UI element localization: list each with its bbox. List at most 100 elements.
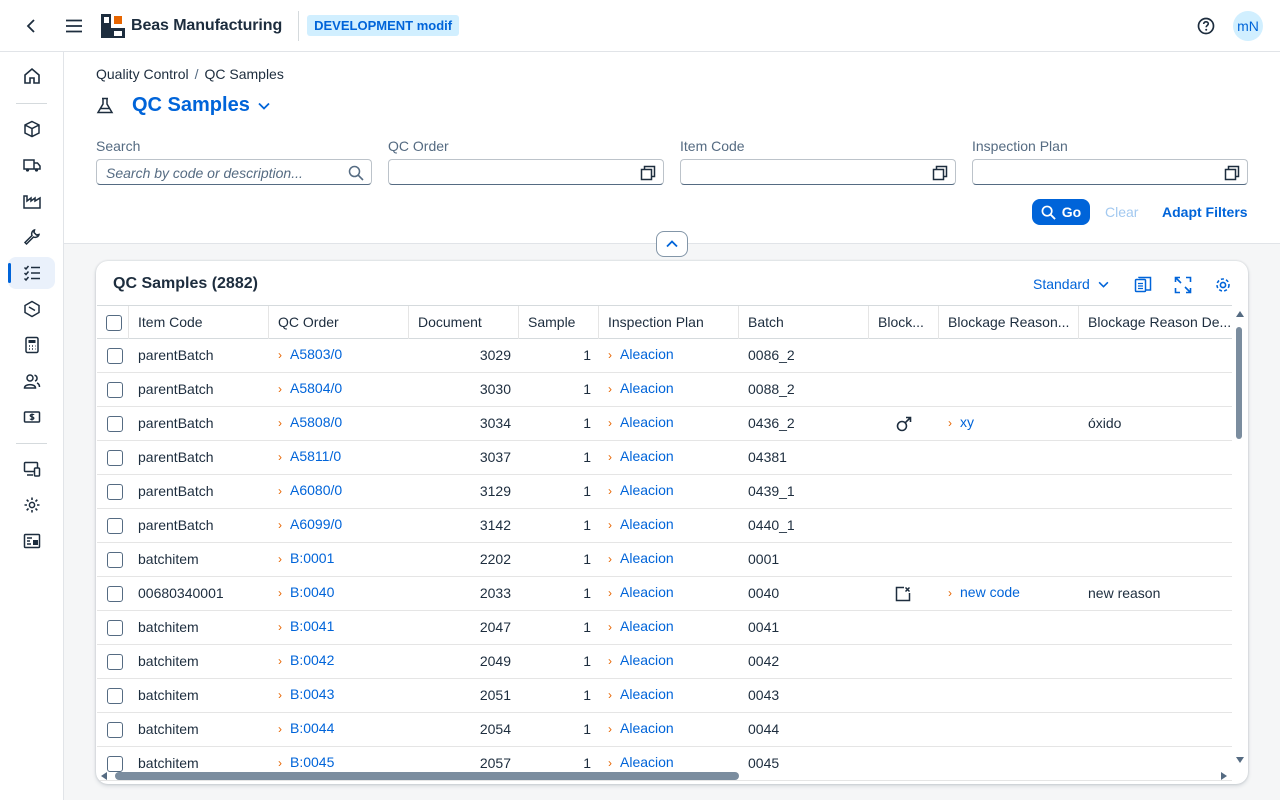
- cell-qc-order[interactable]: › B:0040: [269, 576, 409, 609]
- cell-inspection-plan[interactable]: › Aleacion: [599, 576, 739, 609]
- inspection-plan-link[interactable]: Aleacion: [620, 516, 674, 532]
- row-checkbox[interactable]: [107, 450, 123, 466]
- column-header-document[interactable]: Document: [409, 306, 519, 339]
- menu-button[interactable]: [61, 13, 87, 39]
- qc-order-link[interactable]: B:0044: [290, 720, 334, 736]
- row-checkbox[interactable]: [107, 722, 123, 738]
- qc-order-link[interactable]: A5811/0: [290, 448, 341, 464]
- export-button[interactable]: [1132, 274, 1154, 296]
- table-row[interactable]: parentBatch › A5804/0 3030 1 › Aleacion 0088_2: [97, 373, 1232, 407]
- value-help-icon[interactable]: [932, 165, 948, 181]
- column-header-blockage-reason-description[interactable]: Blockage Reason De...: [1079, 306, 1232, 339]
- row-checkbox[interactable]: [107, 518, 123, 534]
- column-header-blocked[interactable]: Block...: [869, 306, 939, 339]
- qc-order-link[interactable]: A5803/0: [290, 346, 342, 362]
- inspection-plan-link[interactable]: Aleacion: [620, 652, 674, 668]
- table-row[interactable]: parentBatch › A5808/0 3034 1 › Aleacion 0436_2 ›…: [97, 407, 1232, 441]
- row-checkbox[interactable]: [107, 552, 123, 568]
- column-header-batch[interactable]: Batch: [739, 306, 869, 339]
- breadcrumb-link-quality-control[interactable]: Quality Control: [96, 66, 189, 82]
- qc-order-link[interactable]: B:0042: [290, 652, 334, 668]
- inspection-plan-input[interactable]: [972, 159, 1248, 185]
- nav-calculator[interactable]: [8, 329, 55, 361]
- row-checkbox[interactable]: [107, 348, 123, 364]
- value-help-icon[interactable]: [1224, 165, 1240, 181]
- blockage-reason-link[interactable]: new code: [960, 584, 1020, 600]
- cell-qc-order[interactable]: › A5808/0: [269, 406, 409, 439]
- nav-factory[interactable]: [8, 185, 55, 217]
- qc-order-link[interactable]: A5804/0: [290, 380, 342, 396]
- inspection-plan-link[interactable]: Aleacion: [620, 686, 674, 702]
- qc-order-link[interactable]: B:0043: [290, 686, 334, 702]
- inspection-plan-link[interactable]: Aleacion: [620, 618, 674, 634]
- variant-selector[interactable]: Standard: [1033, 276, 1109, 292]
- cell-qc-order[interactable]: › B:0042: [269, 644, 409, 677]
- cell-blockage-reason[interactable]: › xy: [939, 406, 1079, 439]
- inspection-plan-link[interactable]: Aleacion: [620, 346, 674, 362]
- qc-order-input[interactable]: [388, 159, 664, 185]
- vertical-scrollbar[interactable]: [1233, 307, 1247, 769]
- cell-qc-order[interactable]: › A5803/0: [269, 338, 409, 371]
- cell-inspection-plan[interactable]: › Aleacion: [599, 610, 739, 643]
- nav-reports[interactable]: [8, 525, 55, 557]
- cell-blockage-reason[interactable]: › new code: [939, 576, 1079, 609]
- scroll-left-icon[interactable]: [101, 772, 107, 780]
- cell-inspection-plan[interactable]: › Aleacion: [599, 338, 739, 371]
- nav-products[interactable]: [8, 113, 55, 145]
- nav-settings[interactable]: [8, 489, 55, 521]
- cell-qc-order[interactable]: › A5804/0: [269, 372, 409, 405]
- nav-tools[interactable]: [8, 221, 55, 253]
- variant-dropdown-button[interactable]: [258, 98, 274, 114]
- cell-inspection-plan[interactable]: › Aleacion: [599, 644, 739, 677]
- column-header-qc-order[interactable]: QC Order: [269, 306, 409, 339]
- inspection-plan-link[interactable]: Aleacion: [620, 414, 674, 430]
- column-header-blockage-reason[interactable]: Blockage Reason...: [939, 306, 1079, 339]
- adapt-filters-button[interactable]: Adapt Filters: [1162, 204, 1248, 220]
- go-button[interactable]: Go: [1032, 199, 1090, 225]
- table-row[interactable]: batchitem › B:0042 2049 1 › Aleacion 0042: [97, 645, 1232, 679]
- vertical-scroll-thumb[interactable]: [1236, 327, 1242, 439]
- table-row[interactable]: parentBatch › A5803/0 3029 1 › Aleacion 0086_2: [97, 339, 1232, 373]
- nav-shipping[interactable]: [8, 149, 55, 181]
- column-header-sample[interactable]: Sample: [519, 306, 599, 339]
- help-button[interactable]: [1194, 14, 1218, 38]
- row-checkbox[interactable]: [107, 586, 123, 602]
- cell-inspection-plan[interactable]: › Aleacion: [599, 678, 739, 711]
- page-title[interactable]: QC Samples: [132, 94, 250, 117]
- horizontal-scrollbar[interactable]: [97, 769, 1232, 783]
- cell-inspection-plan[interactable]: › Aleacion: [599, 712, 739, 745]
- row-checkbox[interactable]: [107, 654, 123, 670]
- table-row[interactable]: batchitem › B:0043 2051 1 › Aleacion 0043: [97, 679, 1232, 713]
- qc-order-link[interactable]: A5808/0: [290, 414, 342, 430]
- qc-order-link[interactable]: B:0045: [290, 754, 334, 770]
- table-row[interactable]: 00680340001 › B:0040 2033 1 › Aleacion 0040 › new…: [97, 577, 1232, 611]
- cell-qc-order[interactable]: › B:0044: [269, 712, 409, 745]
- fullscreen-button[interactable]: [1172, 274, 1194, 296]
- row-checkbox[interactable]: [107, 688, 123, 704]
- cell-inspection-plan[interactable]: › Aleacion: [599, 440, 739, 473]
- scroll-down-icon[interactable]: [1236, 757, 1244, 763]
- row-checkbox[interactable]: [107, 484, 123, 500]
- scroll-up-icon[interactable]: [1236, 311, 1244, 317]
- cell-qc-order[interactable]: › A6099/0: [269, 508, 409, 541]
- horizontal-scroll-thumb[interactable]: [115, 772, 739, 780]
- select-all-checkbox[interactable]: [106, 315, 122, 331]
- cell-qc-order[interactable]: › B:0001: [269, 542, 409, 575]
- value-help-icon[interactable]: [640, 165, 656, 181]
- row-checkbox[interactable]: [107, 416, 123, 432]
- inspection-plan-link[interactable]: Aleacion: [620, 550, 674, 566]
- column-header-item-code[interactable]: Item Code: [129, 306, 269, 339]
- nav-devices[interactable]: [8, 453, 55, 485]
- cell-inspection-plan[interactable]: › Aleacion: [599, 406, 739, 439]
- inspection-plan-link[interactable]: Aleacion: [620, 720, 674, 736]
- inspection-plan-link[interactable]: Aleacion: [620, 482, 674, 498]
- nav-employees[interactable]: [8, 365, 55, 397]
- cell-inspection-plan[interactable]: › Aleacion: [599, 542, 739, 575]
- cell-qc-order[interactable]: › A6080/0: [269, 474, 409, 507]
- nav-packages[interactable]: [8, 293, 55, 325]
- cell-inspection-plan[interactable]: › Aleacion: [599, 508, 739, 541]
- table-row[interactable]: parentBatch › A5811/0 3037 1 › Aleacion 04381: [97, 441, 1232, 475]
- item-code-input[interactable]: [680, 159, 956, 185]
- table-row[interactable]: batchitem › B:0001 2202 1 › Aleacion 0001: [97, 543, 1232, 577]
- inspection-plan-link[interactable]: Aleacion: [620, 754, 674, 770]
